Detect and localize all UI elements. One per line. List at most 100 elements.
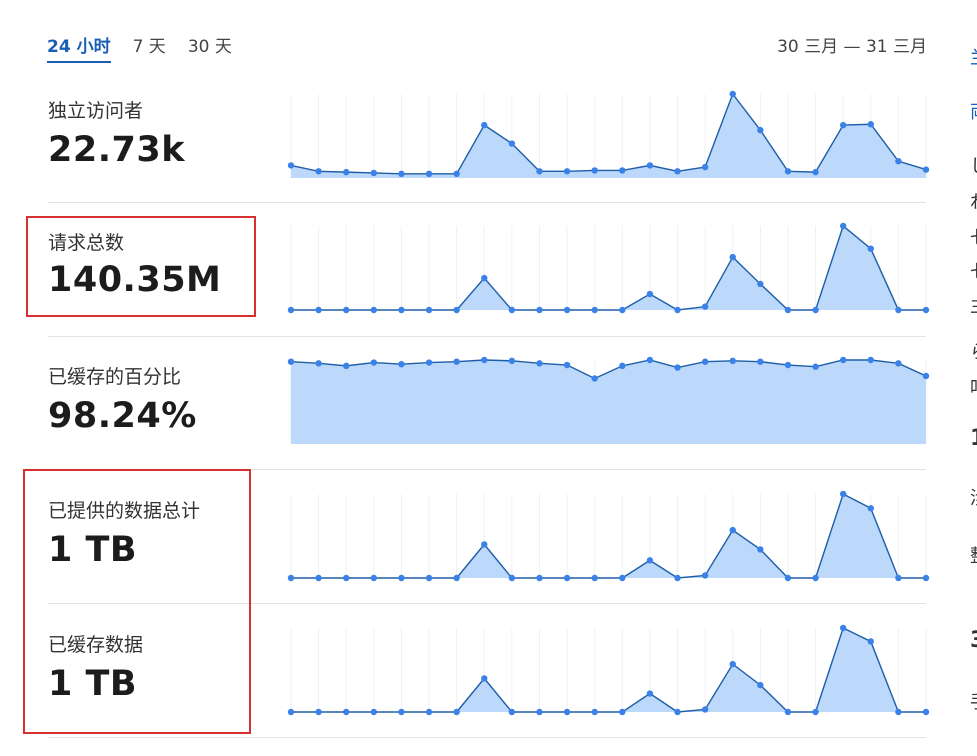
data-point[interactable] (481, 675, 488, 682)
data-point[interactable] (481, 121, 488, 129)
data-point[interactable] (591, 574, 598, 582)
data-point[interactable] (674, 574, 681, 582)
data-point[interactable] (646, 690, 654, 697)
data-point[interactable] (343, 574, 350, 582)
data-point[interactable] (370, 359, 378, 366)
data-point[interactable] (895, 574, 902, 582)
data-point[interactable] (481, 541, 488, 548)
data-point[interactable] (563, 168, 571, 175)
data-point[interactable] (619, 574, 626, 582)
data-point[interactable] (370, 306, 378, 314)
data-point[interactable] (757, 280, 764, 288)
data-point[interactable] (839, 490, 847, 498)
data-point[interactable] (536, 708, 543, 716)
data-point[interactable] (619, 708, 626, 716)
data-point[interactable] (343, 168, 350, 176)
data-point[interactable] (784, 168, 792, 175)
data-point[interactable] (370, 574, 378, 582)
data-point[interactable] (867, 638, 874, 645)
data-point[interactable] (563, 708, 571, 716)
data-point[interactable] (812, 574, 819, 582)
data-point[interactable] (646, 290, 654, 298)
data-point[interactable] (701, 706, 709, 713)
data-point[interactable] (425, 359, 433, 366)
data-point[interactable] (839, 222, 847, 230)
data-point[interactable] (812, 363, 819, 370)
data-point[interactable] (784, 306, 792, 314)
data-point[interactable] (619, 167, 626, 174)
data-point[interactable] (839, 121, 847, 129)
data-point[interactable] (398, 574, 405, 582)
data-point[interactable] (646, 557, 654, 564)
data-point[interactable] (701, 358, 709, 365)
data-point[interactable] (729, 660, 736, 668)
data-point[interactable] (453, 708, 460, 716)
data-point[interactable] (508, 357, 516, 365)
data-point[interactable] (287, 574, 295, 582)
data-point[interactable] (619, 362, 626, 370)
data-point[interactable] (508, 140, 516, 147)
data-point[interactable] (453, 574, 460, 582)
data-point[interactable] (812, 708, 819, 716)
data-point[interactable] (536, 360, 543, 367)
data-point[interactable] (398, 708, 405, 716)
data-point[interactable] (536, 306, 543, 314)
data-point[interactable] (591, 375, 598, 382)
data-point[interactable] (757, 126, 764, 134)
data-point[interactable] (646, 356, 654, 364)
data-point[interactable] (922, 574, 930, 582)
data-point[interactable] (508, 574, 516, 582)
data-point[interactable] (563, 361, 571, 369)
data-point[interactable] (591, 167, 598, 174)
data-point[interactable] (701, 163, 709, 171)
data-point[interactable] (287, 708, 295, 716)
data-point[interactable] (453, 170, 460, 177)
data-point[interactable] (591, 306, 598, 314)
data-point[interactable] (508, 306, 516, 314)
data-point[interactable] (287, 306, 295, 314)
data-point[interactable] (729, 253, 736, 261)
data-point[interactable] (784, 708, 792, 716)
data-point[interactable] (398, 170, 405, 177)
data-point[interactable] (287, 358, 295, 365)
data-point[interactable] (674, 364, 681, 371)
data-point[interactable] (646, 162, 654, 169)
data-point[interactable] (922, 166, 930, 173)
data-point[interactable] (398, 306, 405, 314)
data-point[interactable] (370, 169, 378, 177)
data-point[interactable] (536, 168, 543, 175)
data-point[interactable] (453, 358, 460, 365)
data-point[interactable] (922, 306, 930, 314)
data-point[interactable] (674, 708, 681, 716)
tab-30-days[interactable]: 30 天 (188, 32, 232, 63)
data-point[interactable] (287, 162, 295, 169)
data-point[interactable] (701, 303, 709, 310)
data-point[interactable] (481, 274, 488, 282)
data-point[interactable] (674, 306, 681, 314)
data-point[interactable] (425, 574, 433, 582)
data-point[interactable] (867, 245, 874, 252)
data-point[interactable] (315, 306, 322, 314)
data-point[interactable] (729, 357, 736, 365)
data-point[interactable] (784, 361, 792, 369)
data-point[interactable] (481, 356, 488, 364)
data-point[interactable] (895, 306, 902, 314)
data-point[interactable] (922, 708, 930, 716)
data-point[interactable] (839, 356, 847, 364)
data-point[interactable] (895, 360, 902, 367)
data-point[interactable] (839, 624, 847, 632)
data-point[interactable] (370, 708, 378, 716)
data-point[interactable] (508, 708, 516, 716)
data-point[interactable] (425, 708, 433, 716)
data-point[interactable] (398, 361, 405, 368)
data-point[interactable] (757, 681, 764, 689)
data-point[interactable] (343, 362, 350, 370)
data-point[interactable] (922, 372, 930, 380)
data-point[interactable] (591, 708, 598, 716)
data-point[interactable] (757, 546, 764, 553)
data-point[interactable] (812, 306, 819, 314)
data-point[interactable] (343, 708, 350, 716)
data-point[interactable] (315, 360, 322, 367)
tab-24-hours[interactable]: 24 小时 (47, 32, 111, 63)
data-point[interactable] (867, 505, 874, 512)
